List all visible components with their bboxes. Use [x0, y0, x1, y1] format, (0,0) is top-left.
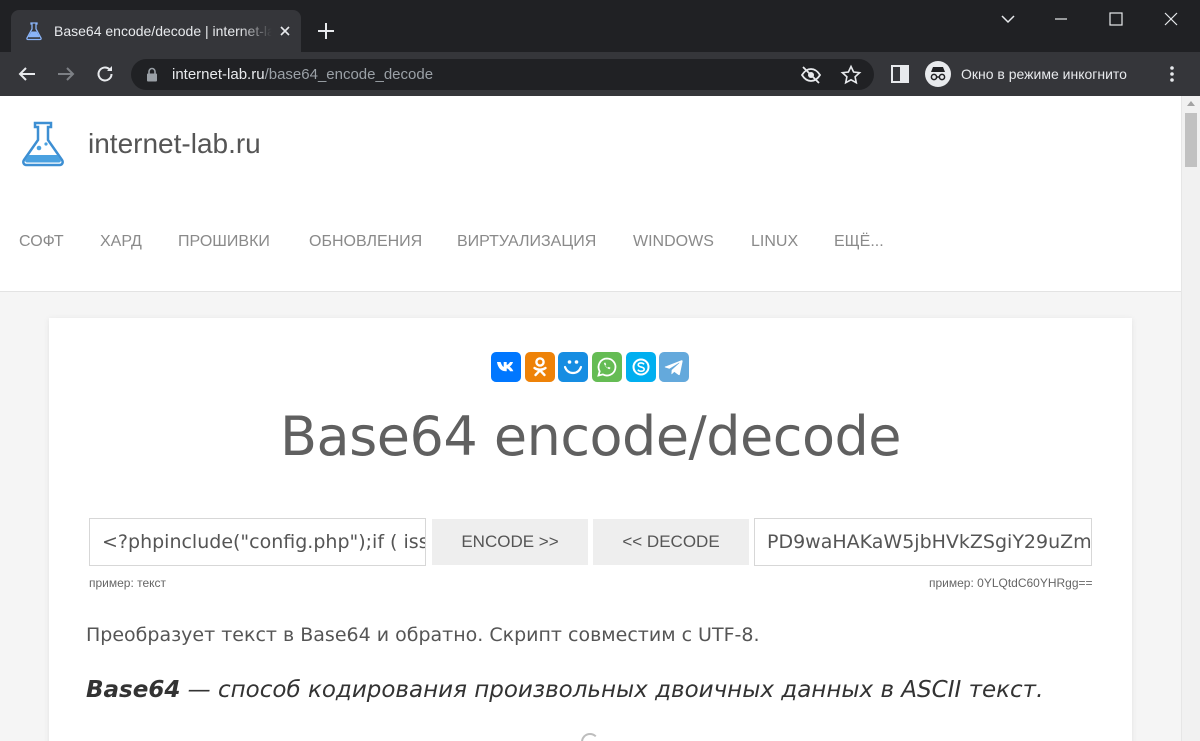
side-panel-icon[interactable]: [888, 62, 912, 86]
site-logo-flask-icon[interactable]: [18, 120, 68, 168]
whatsapp-share-button[interactable]: [592, 352, 622, 382]
vk-icon: [497, 362, 514, 372]
page-title: Base64 encode/decode: [280, 405, 901, 468]
output-example-hint: пример: 0YLQtdC60YHRgg==: [929, 576, 1093, 590]
incognito-label: Окно в режиме инкогнито: [961, 66, 1127, 82]
decode-button[interactable]: << DECODE: [593, 519, 749, 565]
eye-slash-icon[interactable]: [799, 63, 823, 87]
lock-icon[interactable]: [145, 67, 159, 82]
scroll-up-arrow-icon[interactable]: [1187, 101, 1195, 106]
maximize-icon[interactable]: [1105, 8, 1127, 30]
browser-tab-bar: Base64 encode/decode | internet-lab.ru: [0, 0, 1200, 52]
flask-favicon-icon: [26, 22, 42, 41]
moimir-icon: [563, 360, 583, 375]
page-scrollbar[interactable]: [1181, 96, 1200, 741]
odnoklassniki-icon: [533, 357, 547, 377]
page-viewport: internet-lab.ru СОФТ ХАРД ПРОШИВКИ ОБНОВ…: [0, 96, 1200, 741]
base64-definition: Base64 — способ кодирования произвольных…: [86, 674, 1043, 706]
input-example-hint: пример: текст: [89, 576, 167, 590]
browser-tab[interactable]: Base64 encode/decode | internet-lab.ru: [11, 10, 301, 52]
moimir-share-button[interactable]: [558, 352, 588, 382]
main-nav: СОФТ ХАРД ПРОШИВКИ ОБНОВЛЕНИЯ ВИРТУАЛИЗА…: [0, 230, 1181, 256]
address-bar[interactable]: internet-lab.ru/base64_encode_decode: [131, 59, 874, 90]
nav-item-virtualization[interactable]: ВИРТУАЛИЗАЦИЯ: [457, 230, 596, 254]
text-input-field[interactable]: <?phpinclude("config.php");if ( isset(: [89, 518, 426, 566]
telegram-icon: [664, 360, 683, 376]
odnoklassniki-share-button[interactable]: [525, 352, 555, 382]
telegram-share-button[interactable]: [659, 352, 689, 382]
definition-text: — способ кодирования произвольных двоичн…: [180, 677, 1044, 703]
tab-title: Base64 encode/decode | internet-lab.ru: [54, 23, 272, 39]
nav-item-linux[interactable]: LINUX: [751, 230, 798, 254]
browser-toolbar: internet-lab.ru/base64_encode_decode Окн…: [0, 52, 1200, 96]
site-name[interactable]: internet-lab.ru: [88, 127, 261, 161]
incognito-icon: [925, 61, 951, 87]
tool-description: Преобразует текст в Base64 и обратно. Ск…: [86, 624, 760, 646]
nav-item-hard[interactable]: ХАРД: [100, 230, 142, 254]
definition-term: Base64: [86, 677, 181, 703]
whatsapp-icon: [597, 357, 617, 377]
forward-arrow-icon[interactable]: [54, 62, 78, 86]
minimize-icon[interactable]: [1050, 8, 1072, 30]
encode-button[interactable]: ENCODE >>: [432, 519, 588, 565]
close-tab-icon[interactable]: [276, 22, 294, 40]
reload-icon[interactable]: [93, 62, 117, 86]
bookmark-star-icon[interactable]: [839, 63, 863, 87]
url-text[interactable]: internet-lab.ru/base64_encode_decode: [172, 65, 433, 84]
nav-item-updates[interactable]: ОБНОВЛЕНИЯ: [309, 230, 422, 254]
back-arrow-icon[interactable]: [15, 62, 39, 86]
tab-search-chevron-icon[interactable]: [997, 8, 1019, 30]
close-window-icon[interactable]: [1160, 8, 1182, 30]
url-path: /base64_encode_decode: [264, 66, 434, 83]
skype-icon: [632, 358, 650, 376]
new-tab-icon[interactable]: [315, 20, 337, 42]
incognito-indicator[interactable]: Окно в режиме инкогнито: [922, 58, 1148, 90]
nav-item-soft[interactable]: СОФТ: [19, 230, 64, 254]
more-menu-icon[interactable]: [1160, 62, 1184, 86]
scrollbar-thumb[interactable]: [1185, 113, 1197, 167]
nav-item-firmware[interactable]: ПРОШИВКИ: [178, 230, 270, 254]
nav-item-more[interactable]: ЕЩЁ...: [834, 230, 884, 254]
base64-output-field[interactable]: PD9waHAKaW5jbHVkZSgiY29uZmlnLnBocCIp: [754, 518, 1092, 566]
vk-share-button[interactable]: [491, 352, 521, 382]
nav-item-windows[interactable]: WINDOWS: [633, 230, 714, 254]
skype-share-button[interactable]: [626, 352, 656, 382]
url-host: internet-lab.ru: [172, 66, 265, 83]
